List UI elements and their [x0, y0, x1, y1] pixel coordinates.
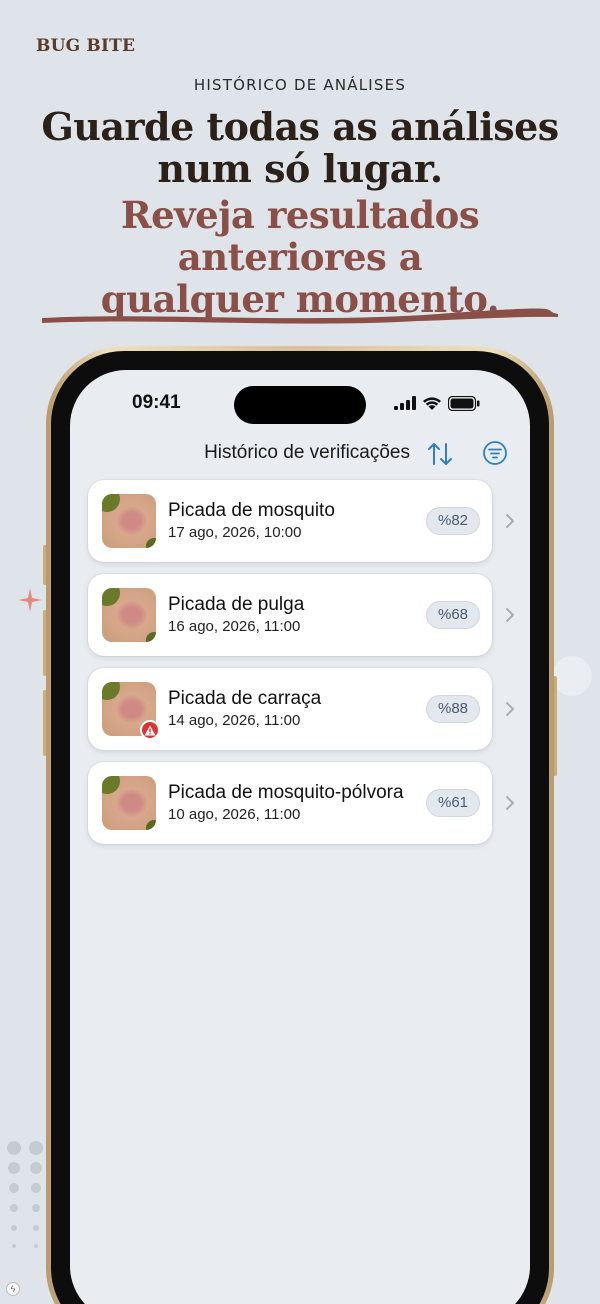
sparkle-icon	[18, 588, 42, 612]
wifi-icon	[423, 396, 441, 410]
nav-title: Histórico de verificações	[204, 442, 410, 463]
headline-line-1: Guarde todas as análises	[41, 104, 559, 149]
decorative-circle	[552, 656, 592, 696]
decorative-dots	[7, 1141, 43, 1248]
card-title: Picada de pulga	[168, 594, 305, 615]
confidence-badge: %68	[426, 601, 480, 629]
history-card-mosquito-polvora[interactable]: Picada de mosquito-pólvora 10 ago, 2026,…	[88, 762, 514, 844]
confidence-badge: %82	[426, 507, 480, 535]
filter-icon[interactable]	[482, 440, 508, 466]
chevron-right-icon	[506, 702, 514, 716]
headline-line-2: num só lugar.	[157, 146, 443, 191]
battery-icon	[448, 395, 480, 411]
card-date: 14 ago, 2026, 11:00	[168, 712, 301, 729]
card-title: Picada de mosquito-pólvora	[168, 782, 404, 803]
confidence-badge: %88	[426, 695, 480, 723]
phone-frame: 09:41 Histórico de verificações Picada d…	[46, 346, 554, 1304]
status-icons	[394, 394, 480, 412]
phone-bezel: 09:41 Histórico de verificações Picada d…	[51, 351, 549, 1304]
warning-icon	[140, 720, 160, 740]
card-date: 10 ago, 2026, 11:00	[168, 806, 301, 823]
subheadline-line-1: Reveja resultados	[120, 193, 480, 237]
subheadline: Reveja resultados anteriores a qualquer …	[0, 194, 600, 320]
card-date: 17 ago, 2026, 10:00	[168, 524, 302, 541]
confidence-badge: %61	[426, 789, 480, 817]
status-time: 09:41	[132, 392, 181, 413]
brush-underline	[42, 308, 558, 324]
headline: Guarde todas as análises num só lugar.	[0, 106, 600, 190]
chevron-right-icon	[506, 608, 514, 622]
subheadline-line-2: anteriores a	[177, 235, 423, 279]
phone-screen: 09:41 Histórico de verificações Picada d…	[70, 370, 530, 1304]
brand-logo: BUG BITE	[36, 36, 136, 56]
section-eyebrow: HISTÓRICO DE ANÁLISES	[193, 76, 407, 94]
chevron-right-icon	[506, 796, 514, 810]
history-list: Picada de mosquito 17 ago, 2026, 10:00 %…	[88, 480, 514, 856]
history-card-pulga[interactable]: Picada de pulga 16 ago, 2026, 11:00 %68	[88, 574, 514, 656]
bite-thumbnail	[102, 494, 156, 548]
bite-thumbnail	[102, 588, 156, 642]
card-title: Picada de carraça	[168, 688, 322, 709]
card-date: 16 ago, 2026, 11:00	[168, 618, 301, 635]
chevron-right-icon	[506, 514, 514, 528]
bolt-icon: ϟ	[6, 1282, 20, 1296]
history-card-mosquito[interactable]: Picada de mosquito 17 ago, 2026, 10:00 %…	[88, 480, 514, 562]
signal-icon	[394, 396, 416, 410]
bite-thumbnail	[102, 776, 156, 830]
sort-icon[interactable]	[426, 440, 454, 468]
dynamic-island	[234, 386, 366, 424]
card-title: Picada de mosquito	[168, 500, 335, 521]
history-card-carraca[interactable]: Picada de carraça 14 ago, 2026, 11:00 %8…	[88, 668, 514, 750]
